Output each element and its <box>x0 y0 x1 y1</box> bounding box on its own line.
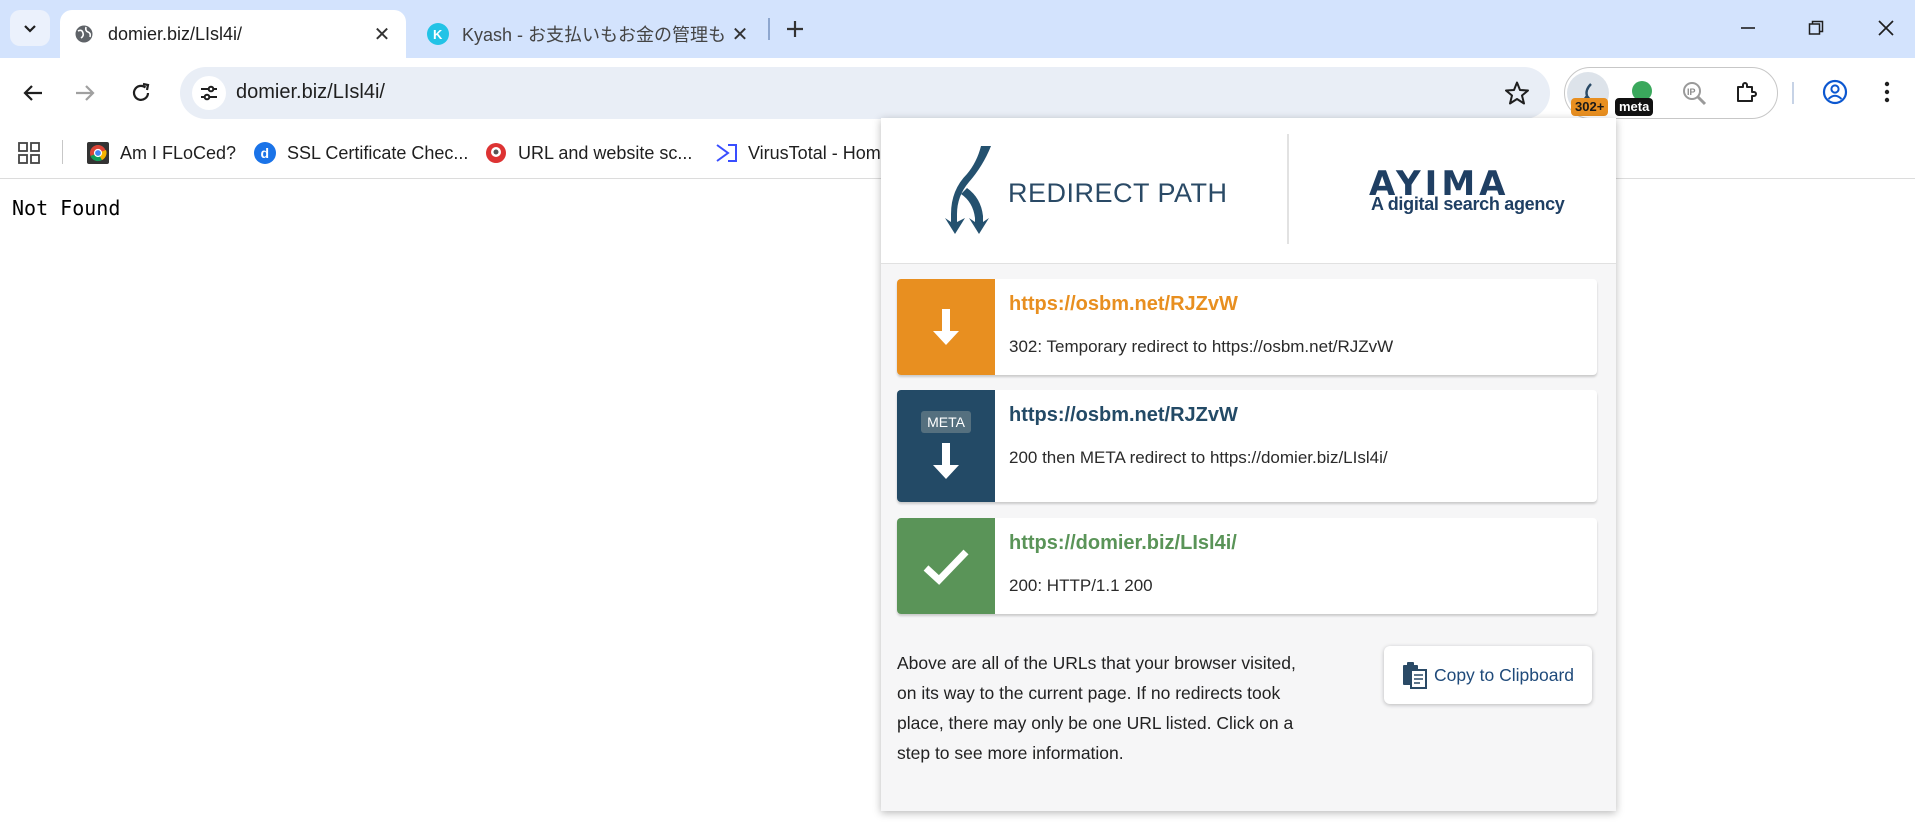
forward-arrow-icon <box>76 85 95 101</box>
bookmark-am-i-floced[interactable]: Am I FLoCed? <box>86 136 236 170</box>
popup-title: REDIRECT PATH <box>1008 178 1228 208</box>
reload-icon <box>132 82 150 101</box>
down-arrow-icon <box>933 443 959 479</box>
reload-button[interactable] <box>122 74 160 112</box>
redirect-badge: 302+ <box>1571 98 1609 116</box>
meta-extension[interactable]: meta <box>1615 72 1663 116</box>
restore-icon <box>1808 20 1824 35</box>
bookmark-label: Am I FLoCed? <box>120 142 237 163</box>
copy-to-clipboard-button[interactable]: Copy to Clipboard <box>1384 646 1592 704</box>
close-tab-icon[interactable]: ✕ <box>368 20 396 48</box>
globe-icon <box>72 22 96 46</box>
tune-icon <box>201 85 217 101</box>
close-window-button[interactable] <box>1856 6 1915 50</box>
step-description: 200: HTTP/1.1 200 <box>1009 576 1153 595</box>
toolbar-separator <box>1792 82 1794 104</box>
apps-grid-icon <box>18 142 40 164</box>
step-icon-box: META <box>897 390 995 502</box>
back-arrow-icon <box>23 85 42 101</box>
meta-badge: meta <box>1615 98 1654 116</box>
redirect-path-extension[interactable]: 302+ <box>1567 72 1609 116</box>
svg-text:d: d <box>261 145 270 161</box>
back-button[interactable] <box>14 74 52 112</box>
tab-active[interactable]: domier.biz/LIsl4i/ ✕ <box>60 10 406 58</box>
site-info-button[interactable] <box>192 76 226 110</box>
bookmarks-separator <box>62 140 63 164</box>
checkmark-icon <box>923 549 969 585</box>
svg-text:K: K <box>433 27 443 42</box>
address-bar[interactable]: domier.biz/LIsl4i/ <box>180 67 1550 119</box>
close-tab-icon[interactable]: ✕ <box>726 20 754 48</box>
minimize-button[interactable] <box>1718 6 1778 50</box>
step-description: 302: Temporary redirect to https://osbm.… <box>1009 337 1394 356</box>
scan-icon <box>484 141 508 165</box>
tab-strip: domier.biz/LIsl4i/ ✕ K Kyash - お支払いもお金の管… <box>0 0 1915 58</box>
step-icon-box <box>897 279 995 375</box>
extensions-group: 302+ meta IP <box>1564 67 1778 119</box>
tab-separator <box>768 18 770 40</box>
ip-extension[interactable]: IP <box>1673 72 1715 114</box>
forward-button[interactable] <box>66 74 104 112</box>
bookmark-url-scanner[interactable]: URL and website sc... <box>484 136 692 170</box>
close-icon <box>1878 20 1894 36</box>
clipboard-icon <box>1402 662 1427 689</box>
bookmark-virustotal[interactable]: VirusTotal - Hom <box>714 136 881 170</box>
plus-icon <box>787 21 803 37</box>
restore-button[interactable] <box>1786 6 1846 50</box>
page-not-found-text: Not Found <box>12 196 121 220</box>
minimize-icon <box>1741 27 1755 29</box>
tab-title: domier.biz/LIsl4i/ <box>108 23 243 44</box>
popup-header: REDIRECT PATH AYIMA A digital search age… <box>881 118 1616 264</box>
step-url[interactable]: https://domier.biz/LIsl4i/ <box>1009 532 1237 555</box>
more-vert-icon <box>1884 81 1890 103</box>
browser-menu-button[interactable] <box>1872 74 1902 110</box>
bookmark-label: SSL Certificate Chec... <box>287 142 469 163</box>
step-icon-box <box>897 518 995 614</box>
header-divider <box>1287 134 1289 244</box>
chevron-down-icon <box>24 25 36 33</box>
tab-inactive[interactable]: K Kyash - お支払いもお金の管理もか ✕ <box>414 10 764 58</box>
step-description: 200 then META redirect to https://domier… <box>1009 448 1388 467</box>
puzzle-icon <box>1737 82 1757 102</box>
svg-text:IP: IP <box>1687 87 1696 97</box>
virustotal-icon <box>714 141 738 165</box>
down-arrow-icon <box>933 309 959 345</box>
extensions-button[interactable] <box>1725 72 1767 114</box>
url-text[interactable]: domier.biz/LIsl4i/ <box>236 81 385 104</box>
bookmark-label: URL and website sc... <box>518 142 693 163</box>
bookmark-label: VirusTotal - Hom <box>748 142 881 163</box>
meta-badge: META <box>921 411 971 433</box>
redirect-path-popup: REDIRECT PATH AYIMA A digital search age… <box>881 118 1616 811</box>
kyash-icon: K <box>426 22 450 46</box>
redirect-step-302[interactable]: https://osbm.net/RJZvW 302: Temporary re… <box>897 279 1597 375</box>
tab-search-button[interactable] <box>10 10 50 46</box>
redirect-step-meta[interactable]: META https://osbm.net/RJZvW 200 then MET… <box>897 390 1597 502</box>
info-text: Above are all of the URLs that your brow… <box>897 653 1296 763</box>
copy-button-label: Copy to Clipboard <box>1433 664 1575 685</box>
bookmark-ssl-checker[interactable]: d SSL Certificate Chec... <box>253 136 468 170</box>
bookmark-star-icon[interactable] <box>1504 80 1530 106</box>
step-url[interactable]: https://osbm.net/RJZvW <box>1009 293 1238 316</box>
tab-title: Kyash - お支払いもお金の管理もか <box>462 25 726 45</box>
ayima-tagline: A digital search agency <box>1371 194 1565 214</box>
redirect-step-200[interactable]: https://domier.biz/LIsl4i/ 200: HTTP/1.1… <box>897 518 1597 614</box>
d-icon: d <box>253 141 277 165</box>
account-circle-icon <box>1822 79 1848 105</box>
ip-magnifier-icon: IP <box>1683 82 1707 106</box>
chrome-icon <box>86 141 110 165</box>
step-url[interactable]: https://osbm.net/RJZvW <box>1009 404 1238 427</box>
apps-button[interactable] <box>14 138 44 168</box>
profile-button[interactable] <box>1817 74 1853 110</box>
new-tab-button[interactable] <box>778 12 812 46</box>
